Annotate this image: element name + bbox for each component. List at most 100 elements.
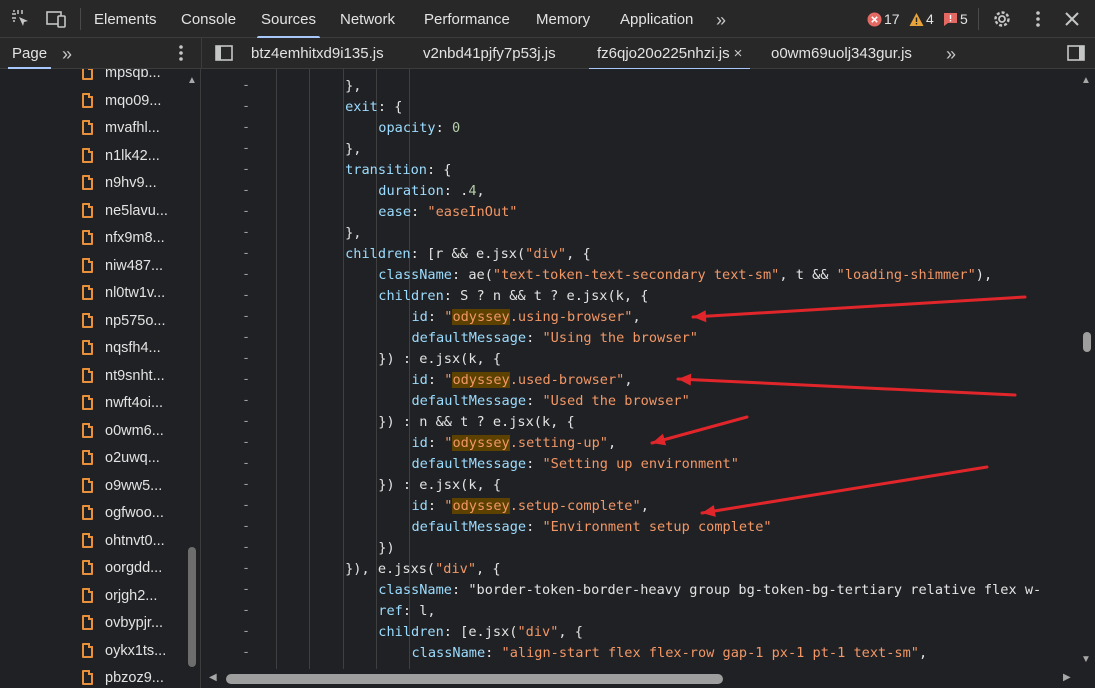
gutter-line-marker[interactable]: - bbox=[241, 141, 251, 156]
code-line[interactable]: id: "odyssey.setup-complete", bbox=[412, 496, 649, 517]
gutter-line-marker[interactable]: - bbox=[241, 183, 251, 198]
code-line[interactable]: children: [e.jsx("div", { bbox=[378, 622, 583, 643]
file-tree-item[interactable]: ogfwoo... bbox=[82, 500, 164, 527]
code-line[interactable]: }, bbox=[345, 76, 361, 97]
gutter-line-marker[interactable]: - bbox=[241, 120, 251, 135]
tree-scroll-up-icon[interactable]: ▲ bbox=[187, 75, 197, 86]
tab-network[interactable]: Network bbox=[340, 0, 395, 38]
code-line[interactable]: defaultMessage: "Used the browser" bbox=[412, 391, 690, 412]
gutter-line-marker[interactable]: - bbox=[241, 498, 251, 513]
file-tree-item[interactable]: n9hv9... bbox=[82, 170, 157, 197]
code-line[interactable]: id: "odyssey.used-browser", bbox=[412, 370, 633, 391]
more-tabs-icon[interactable]: » bbox=[716, 0, 726, 38]
file-tree-item[interactable]: mvafhl... bbox=[82, 115, 160, 142]
gutter-line-marker[interactable]: - bbox=[241, 414, 251, 429]
file-tree-item[interactable]: o0wm6... bbox=[82, 418, 164, 445]
editor-vertical-scrollbar-thumb[interactable] bbox=[1083, 332, 1091, 352]
file-tree-item[interactable]: ne5lavu... bbox=[82, 198, 168, 225]
gutter-line-marker[interactable]: - bbox=[241, 246, 251, 261]
code-line[interactable]: }), e.jsxs("div", { bbox=[345, 559, 501, 580]
editor-scroll-left-icon[interactable]: ◀ bbox=[209, 672, 217, 683]
file-tab-1[interactable]: btz4emhitxd9i135.js bbox=[251, 38, 384, 69]
gutter-line-marker[interactable]: - bbox=[241, 603, 251, 618]
file-tab-4[interactable]: o0wm69uolj343gur.js bbox=[771, 38, 912, 69]
gutter-line-marker[interactable]: - bbox=[241, 267, 251, 282]
code-line[interactable]: className: ae("text-token-text-secondary… bbox=[378, 265, 992, 286]
gutter-line-marker[interactable]: - bbox=[241, 225, 251, 240]
file-tree-item[interactable]: np575o... bbox=[82, 308, 165, 335]
code-line[interactable]: opacity: 0 bbox=[378, 118, 460, 139]
file-tree-item[interactable]: n1lk42... bbox=[82, 143, 160, 170]
gutter-line-marker[interactable]: - bbox=[241, 288, 251, 303]
gutter-line-marker[interactable]: - bbox=[241, 99, 251, 114]
code-line[interactable]: }) : e.jsx(k, { bbox=[378, 475, 501, 496]
gutter-line-marker[interactable]: - bbox=[241, 351, 251, 366]
file-tree-item[interactable]: mqo09... bbox=[82, 88, 161, 115]
code-line[interactable]: }, bbox=[345, 139, 361, 160]
gutter-line-marker[interactable]: - bbox=[241, 78, 251, 93]
gutter-line-marker[interactable]: - bbox=[241, 561, 251, 576]
tree-scrollbar-thumb[interactable] bbox=[188, 547, 196, 667]
tab-page[interactable]: Page bbox=[7, 38, 52, 69]
code-line[interactable]: ease: "easeInOut" bbox=[378, 202, 517, 223]
gutter-line-marker[interactable]: - bbox=[241, 204, 251, 219]
tab-performance[interactable]: Performance bbox=[424, 0, 510, 38]
file-tree-item[interactable]: ohtnvt0... bbox=[82, 528, 165, 555]
file-tree-item[interactable]: o9ww5... bbox=[82, 473, 162, 500]
editor-scroll-right-icon[interactable]: ▶ bbox=[1063, 672, 1071, 683]
editor-horizontal-scrollbar-thumb[interactable] bbox=[226, 674, 723, 684]
file-tree-item[interactable]: mpsqb... bbox=[82, 69, 161, 87]
code-line[interactable]: defaultMessage: "Using the browser" bbox=[412, 328, 698, 349]
toggle-debugger-icon[interactable] bbox=[1065, 42, 1087, 64]
editor-scroll-down-icon[interactable]: ▼ bbox=[1081, 654, 1091, 665]
file-tree-item[interactable]: nfx9m8... bbox=[82, 225, 165, 252]
gutter-line-marker[interactable]: - bbox=[241, 372, 251, 387]
gutter-line-marker[interactable]: - bbox=[241, 582, 251, 597]
gutter-line-marker[interactable]: - bbox=[241, 477, 251, 492]
code-line[interactable]: exit: { bbox=[345, 97, 402, 118]
code-line[interactable]: }, bbox=[345, 223, 361, 244]
file-tree-item[interactable]: o2uwq... bbox=[82, 445, 160, 472]
file-tree-item[interactable]: oorgdd... bbox=[82, 555, 162, 582]
error-count-badge[interactable]: 17 bbox=[867, 10, 900, 28]
settings-gear-icon[interactable] bbox=[991, 8, 1013, 30]
more-panels-icon[interactable]: » bbox=[62, 38, 72, 69]
more-files-icon[interactable]: » bbox=[946, 38, 956, 69]
code-line[interactable]: id: "odyssey.using-browser", bbox=[412, 307, 641, 328]
code-line[interactable]: children: [r && e.jsx("div", { bbox=[345, 244, 591, 265]
code-line[interactable]: className: "border-token-border-heavy gr… bbox=[378, 580, 1041, 601]
close-tab-icon[interactable]: × bbox=[734, 45, 743, 62]
tab-sources[interactable]: Sources bbox=[256, 0, 321, 38]
gutter-line-marker[interactable]: - bbox=[241, 309, 251, 324]
issues-count-badge[interactable]: 5 bbox=[943, 10, 968, 28]
gutter-line-marker[interactable]: - bbox=[241, 330, 251, 345]
gutter-line-marker[interactable]: - bbox=[241, 624, 251, 639]
panel-options-icon[interactable] bbox=[170, 42, 192, 64]
gutter-line-marker[interactable]: - bbox=[241, 519, 251, 534]
code-line[interactable]: id: "odyssey.setting-up", bbox=[412, 433, 616, 454]
file-tree-item[interactable]: oykx1ts... bbox=[82, 638, 166, 665]
code-editor[interactable]: ▲ ▼ ◀ ▶ -}, - exit: {- opacity: 0 -}, - transi… bbox=[203, 69, 1095, 688]
file-tree-item[interactable]: nt9snht... bbox=[82, 363, 165, 390]
gutter-line-marker[interactable]: - bbox=[241, 393, 251, 408]
warning-count-badge[interactable]: 4 bbox=[909, 10, 934, 28]
device-toolbar-icon[interactable] bbox=[45, 8, 67, 30]
code-line[interactable]: children: S ? n && t ? e.jsx(k, { bbox=[378, 286, 648, 307]
code-line[interactable]: defaultMessage: "Setting up environment" bbox=[412, 454, 739, 475]
code-line[interactable]: duration: .4, bbox=[378, 181, 484, 202]
code-line[interactable]: }) : e.jsx(k, { bbox=[378, 349, 501, 370]
gutter-line-marker[interactable]: - bbox=[241, 540, 251, 555]
tab-console[interactable]: Console bbox=[181, 0, 236, 38]
code-line[interactable]: ref: l, bbox=[378, 601, 435, 622]
file-tree-item[interactable]: orjgh2... bbox=[82, 583, 157, 610]
file-tree-item[interactable]: pbzoz9... bbox=[82, 665, 164, 688]
gutter-line-marker[interactable]: - bbox=[241, 456, 251, 471]
file-tree-item[interactable]: ovbypjr... bbox=[82, 610, 163, 637]
more-options-icon[interactable] bbox=[1027, 8, 1049, 30]
code-line[interactable]: }) : n && t ? e.jsx(k, { bbox=[378, 412, 574, 433]
code-line[interactable]: className: "align-start flex flex-row ga… bbox=[412, 643, 928, 664]
gutter-line-marker[interactable]: - bbox=[241, 435, 251, 450]
tab-elements[interactable]: Elements bbox=[94, 0, 157, 38]
close-devtools-icon[interactable] bbox=[1061, 8, 1083, 30]
tab-memory[interactable]: Memory bbox=[536, 0, 590, 38]
